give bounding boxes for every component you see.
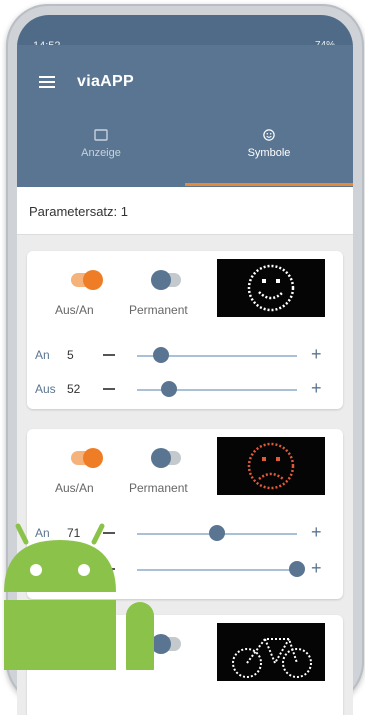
- tab-anzeige-label: Anzeige: [81, 147, 121, 159]
- smiley-happy-icon: [247, 264, 295, 312]
- app-bar: viaAPP: [17, 45, 353, 107]
- permanent-toggle[interactable]: [151, 270, 181, 290]
- bicycle-icon: [232, 638, 312, 678]
- tab-indicator: [185, 183, 353, 186]
- permanent-label: Permanent: [129, 481, 188, 495]
- increase-button[interactable]: +: [311, 378, 322, 399]
- off-slider-thumb[interactable]: [161, 381, 177, 397]
- app-title: viaAPP: [77, 73, 134, 90]
- tab-symbole-label: Symbole: [247, 147, 291, 159]
- hamburger-menu-icon[interactable]: [39, 76, 55, 88]
- off-label: Aus: [35, 382, 56, 396]
- permanent-toggle[interactable]: [151, 448, 181, 468]
- parameter-set-label: Parametersatz: 1: [29, 204, 128, 219]
- rectangle-icon: [94, 129, 108, 141]
- on-label: An: [35, 348, 50, 362]
- tab-anzeige[interactable]: Anzeige: [17, 107, 185, 187]
- on-off-toggle[interactable]: [71, 448, 103, 468]
- symbol-display: [217, 623, 325, 681]
- symbol-display: [217, 437, 325, 495]
- on-value: 5: [67, 348, 74, 362]
- on-value-row: An 5 +: [27, 343, 343, 367]
- decrease-button[interactable]: [103, 354, 115, 356]
- on-slider-thumb[interactable]: [153, 347, 169, 363]
- symbol-card-happy: Aus/An Permanent An 5 + Aus 52 +: [27, 251, 343, 409]
- on-off-label: Aus/An: [55, 303, 94, 317]
- on-off-label: Aus/An: [55, 481, 94, 495]
- increase-button[interactable]: +: [311, 558, 322, 579]
- on-off-toggle[interactable]: [71, 270, 103, 290]
- decrease-button[interactable]: [103, 388, 115, 390]
- symbol-display: [217, 259, 325, 317]
- smiley-icon: [263, 129, 275, 141]
- status-bar: 14:52 74%: [17, 15, 353, 52]
- android-logo-icon: [4, 523, 154, 670]
- off-value: 52: [67, 382, 81, 396]
- off-slider-thumb[interactable]: [289, 561, 305, 577]
- parameter-set-row[interactable]: Parametersatz: 1: [17, 187, 353, 235]
- increase-button[interactable]: +: [311, 344, 322, 365]
- tab-bar: Anzeige Symbole: [17, 107, 353, 187]
- increase-button[interactable]: +: [311, 522, 322, 543]
- permanent-label: Permanent: [129, 303, 188, 317]
- smiley-sad-icon: [247, 442, 295, 490]
- on-slider-thumb[interactable]: [209, 525, 225, 541]
- off-value-row: Aus 52 +: [27, 377, 343, 401]
- tab-symbole[interactable]: Symbole: [185, 107, 353, 187]
